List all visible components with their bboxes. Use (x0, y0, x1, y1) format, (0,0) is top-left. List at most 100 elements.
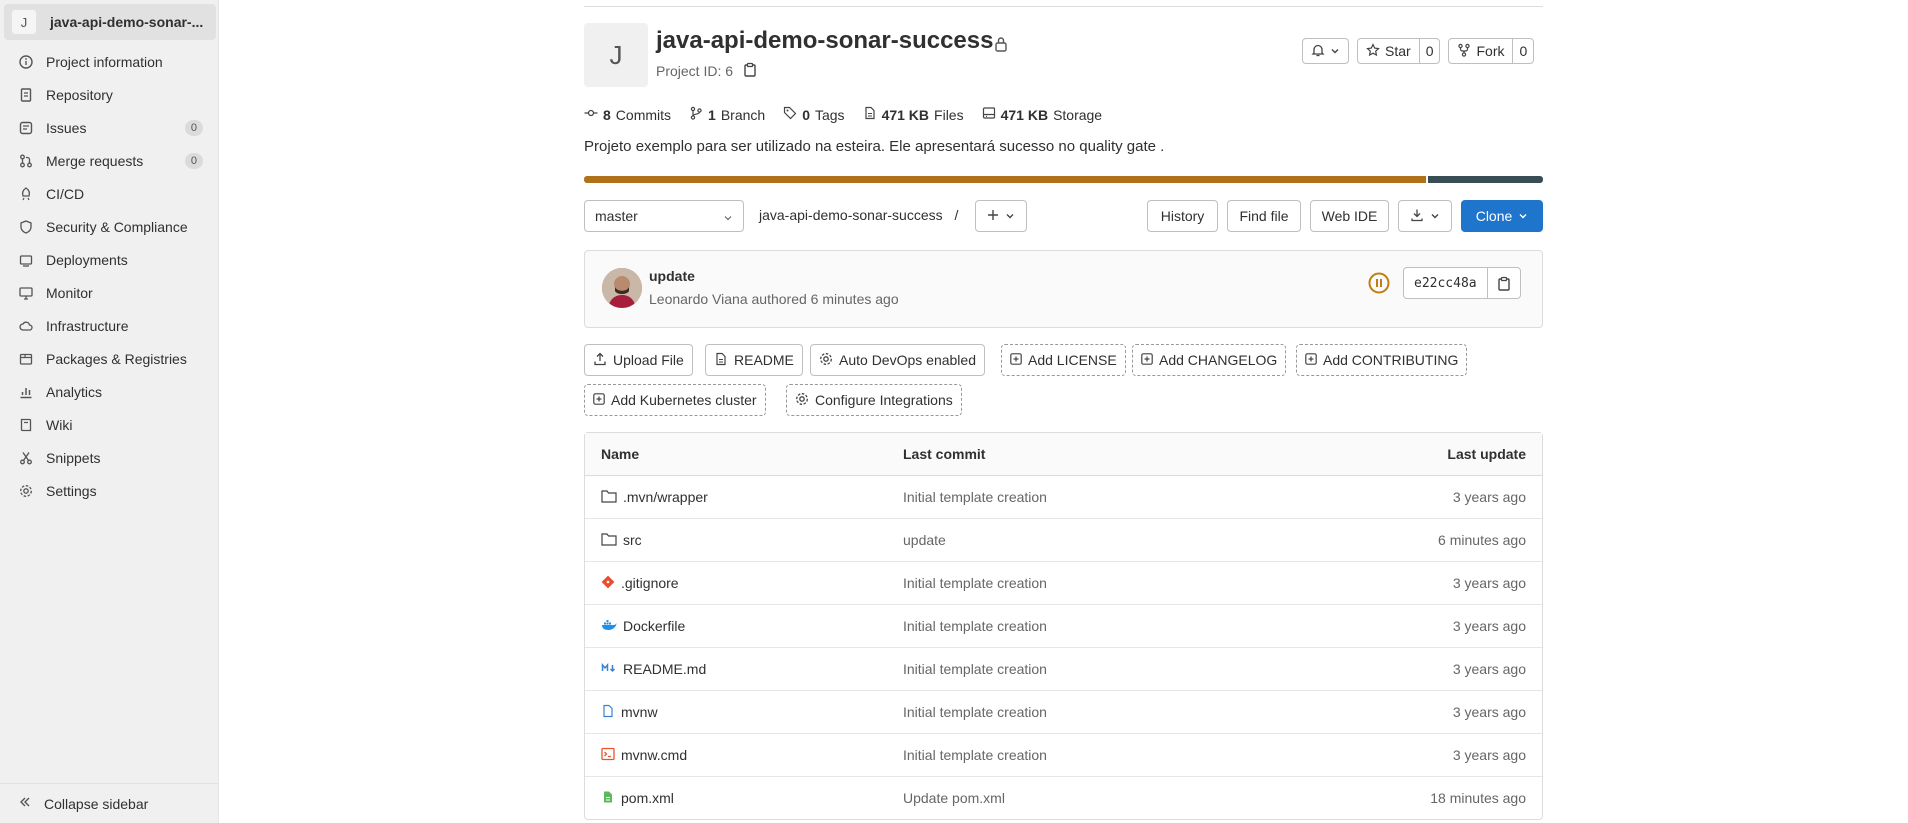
sidebar-item-wiki[interactable]: Wiki (0, 408, 219, 441)
sidebar-item-merge-requests[interactable]: Merge requests 0 (0, 144, 219, 177)
sidebar-item-security[interactable]: Security & Compliance (0, 210, 219, 243)
star-button[interactable]: Star 0 (1357, 38, 1441, 64)
file-name[interactable]: pom.xml (621, 790, 674, 806)
fork-count[interactable]: 0 (1512, 39, 1533, 63)
clone-label: Clone (1475, 208, 1513, 224)
fork-icon (1457, 43, 1471, 60)
table-row[interactable]: pom.xml Update pom.xml 18 minutes ago (585, 777, 1542, 819)
auto-devops-button[interactable]: Auto DevOps enabled (810, 344, 985, 376)
scissors-icon (18, 450, 34, 466)
commit-sha[interactable]: e22cc48a (1404, 268, 1488, 298)
table-row[interactable]: README.md Initial template creation 3 ye… (585, 648, 1542, 691)
add-to-tree-dropdown[interactable] (975, 200, 1027, 232)
add-contributing-label: Add CONTRIBUTING (1323, 352, 1459, 368)
sidebar-item-label: Wiki (46, 416, 73, 433)
files-stat[interactable]: 471 KB Files (863, 106, 964, 123)
table-row[interactable]: src update 6 minutes ago (585, 519, 1542, 562)
branch-stat[interactable]: 1 Branch (689, 106, 765, 123)
commit-meta-text: authored 6 minutes ago (751, 291, 899, 307)
file-name[interactable]: Dockerfile (623, 618, 685, 634)
file-name[interactable]: .gitignore (621, 575, 679, 591)
language-bar-segment[interactable] (1426, 176, 1543, 183)
sidebar-item-repository[interactable]: Repository (0, 78, 219, 111)
table-row[interactable]: .gitignore Initial template creation 3 y… (585, 562, 1542, 605)
last-commit-cell[interactable]: Initial template creation (903, 747, 1303, 763)
configure-integrations-button[interactable]: Configure Integrations (786, 384, 962, 416)
sidebar-item-monitor[interactable]: Monitor (0, 276, 219, 309)
last-update-cell: 18 minutes ago (1430, 790, 1526, 806)
file-name[interactable]: .mvn/wrapper (623, 489, 708, 505)
last-commit-cell[interactable]: Initial template creation (903, 489, 1303, 505)
web-ide-button[interactable]: Web IDE (1310, 200, 1389, 232)
language-bar-segment[interactable] (584, 176, 1427, 183)
sidebar-item-packages[interactable]: Packages & Registries (0, 342, 219, 375)
table-row[interactable]: mvnw.cmd Initial template creation 3 yea… (585, 734, 1542, 777)
copy-id-icon[interactable] (743, 62, 757, 80)
pipeline-paused-icon[interactable] (1368, 272, 1390, 297)
add-license-button[interactable]: Add LICENSE (1001, 344, 1126, 376)
repository-language-bar[interactable] (584, 176, 1543, 183)
sidebar-item-label: Analytics (46, 383, 103, 400)
sidebar-item-issues[interactable]: Issues 0 (0, 111, 219, 144)
file-name[interactable]: README.md (623, 661, 706, 677)
file-name[interactable]: mvnw.cmd (621, 747, 687, 763)
name-cell: src (585, 532, 903, 549)
collapse-sidebar-label: Collapse sidebar (44, 795, 149, 812)
last-commit-cell[interactable]: Initial template creation (903, 575, 1303, 591)
sidebar-item-settings[interactable]: Settings (0, 474, 219, 507)
docker-icon (601, 618, 617, 635)
commit-title[interactable]: update (649, 268, 695, 284)
sidebar-item-snippets[interactable]: Snippets (0, 441, 219, 474)
auto-devops-label: Auto DevOps enabled (839, 352, 976, 368)
add-contributing-button[interactable]: Add CONTRIBUTING (1296, 344, 1468, 376)
copy-sha-icon[interactable] (1488, 268, 1520, 298)
project-id-text: Project ID: 6 (656, 63, 734, 79)
sidebar: J java-api-demo-sonar-... Project inform… (0, 0, 219, 823)
add-license-label: Add LICENSE (1028, 352, 1117, 368)
tags-label: Tags (814, 106, 845, 123)
tags-stat[interactable]: 0 Tags (783, 106, 845, 123)
storage-stat[interactable]: 471 KB Storage (982, 106, 1102, 123)
name-cell: .mvn/wrapper (585, 489, 903, 506)
last-commit-cell[interactable]: update (903, 532, 1303, 548)
table-row[interactable]: mvnw Initial template creation 3 years a… (585, 691, 1542, 734)
commit-author[interactable]: Leonardo Viana (649, 291, 748, 307)
commits-stat[interactable]: 8 Commits (584, 106, 671, 123)
star-count[interactable]: 0 (1418, 39, 1440, 63)
sidebar-item-deployments[interactable]: Deployments (0, 243, 219, 276)
sidebar-item-analytics[interactable]: Analytics (0, 375, 219, 408)
table-row[interactable]: .mvn/wrapper Initial template creation 3… (585, 476, 1542, 519)
fork-button[interactable]: Fork 0 (1448, 38, 1535, 64)
branch-selector[interactable]: master (584, 200, 744, 232)
table-row[interactable]: Dockerfile Initial template creation 3 y… (585, 605, 1542, 648)
name-cell: mvnw.cmd (585, 747, 903, 764)
gear-icon (819, 352, 833, 369)
history-button[interactable]: History (1147, 200, 1218, 232)
add-changelog-button[interactable]: Add CHANGELOG (1132, 344, 1287, 376)
file-name[interactable]: src (623, 532, 642, 548)
last-commit-cell[interactable]: Update pom.xml (903, 790, 1303, 806)
configure-integrations-label: Configure Integrations (815, 392, 953, 408)
author-avatar[interactable] (602, 268, 642, 308)
last-commit-cell[interactable]: Initial template creation (903, 618, 1303, 634)
upload-file-button[interactable]: Upload File (584, 344, 693, 376)
merge-icon (18, 153, 34, 169)
download-dropdown[interactable] (1398, 200, 1452, 232)
sidebar-project-header[interactable]: J java-api-demo-sonar-... (4, 4, 216, 40)
page-title: java-api-demo-sonar-success (656, 27, 994, 54)
last-commit-cell[interactable]: Initial template creation (903, 704, 1303, 720)
add-kubernetes-button[interactable]: Add Kubernetes cluster (584, 384, 766, 416)
cloud-icon (18, 318, 34, 334)
clone-button[interactable]: Clone (1461, 200, 1543, 232)
last-commit-cell[interactable]: Initial template creation (903, 661, 1303, 677)
breadcrumb-project-link[interactable]: java-api-demo-sonar-success (759, 207, 943, 223)
collapse-sidebar-button[interactable]: Collapse sidebar (0, 783, 219, 823)
files-label: Files (934, 106, 964, 123)
find-file-button[interactable]: Find file (1227, 200, 1301, 232)
readme-button[interactable]: README (705, 344, 803, 376)
sidebar-item-infrastructure[interactable]: Infrastructure (0, 309, 219, 342)
sidebar-item-project-information[interactable]: Project information (0, 45, 219, 78)
sidebar-item-cicd[interactable]: CI/CD (0, 177, 219, 210)
notifications-dropdown[interactable] (1302, 38, 1349, 64)
file-name[interactable]: mvnw (621, 704, 658, 720)
